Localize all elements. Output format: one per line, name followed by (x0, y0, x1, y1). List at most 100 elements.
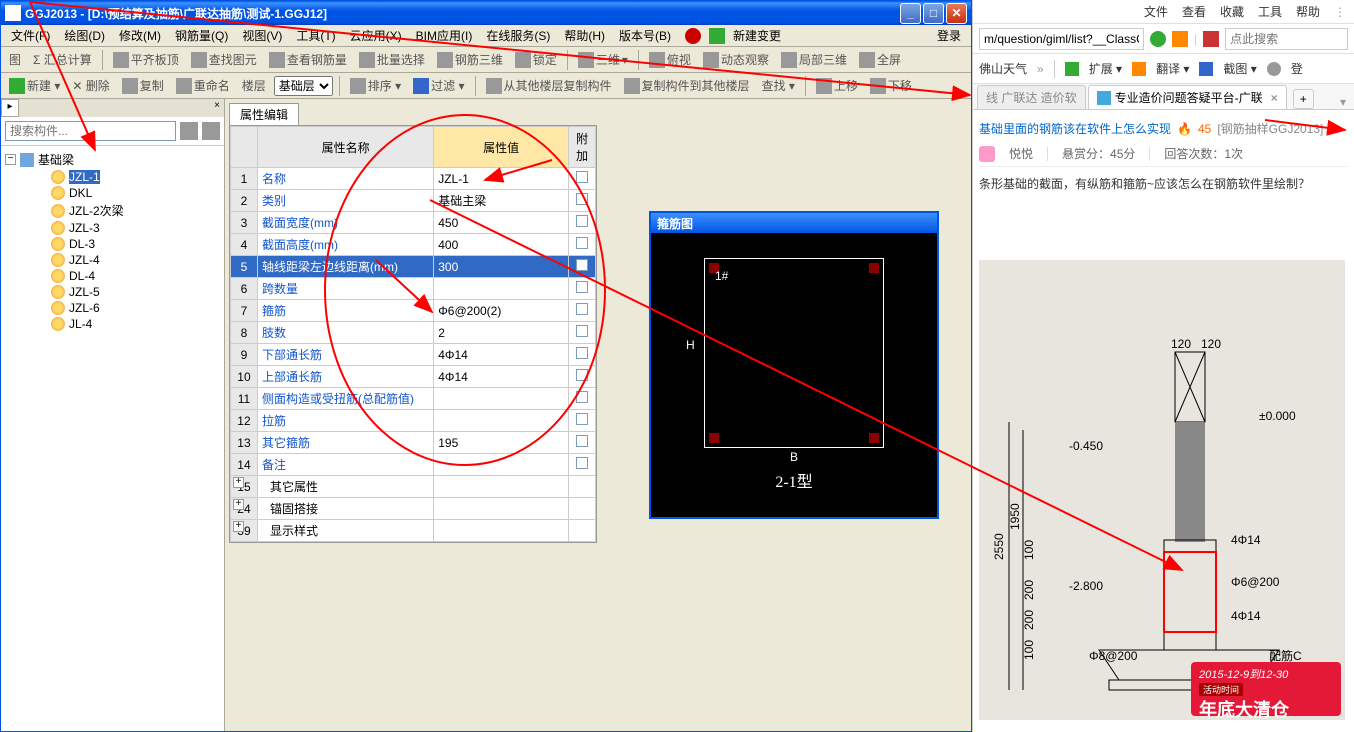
property-row[interactable]: 13其它箍筋195 (231, 432, 596, 454)
property-row[interactable]: 5轴线距梁左边线距离(mm)300 (231, 256, 596, 278)
tool-find-elem[interactable]: 查找图元 (187, 49, 261, 70)
property-row[interactable]: 2类别基础主梁 (231, 190, 596, 212)
tool-batch-select[interactable]: 批量选择 (355, 49, 429, 70)
panel-close-icon[interactable]: × (210, 99, 224, 117)
br-menu-more-icon[interactable]: ⋮ (1334, 5, 1346, 19)
tool-sum[interactable]: Σ 汇总计算 (29, 49, 96, 70)
property-row[interactable]: 1名称JZL-1 (231, 168, 596, 190)
property-row[interactable]: 6跨数量 (231, 278, 596, 300)
tool-local-3d[interactable]: 局部三维 (777, 49, 851, 70)
checkbox[interactable] (576, 369, 588, 381)
checkbox[interactable] (576, 193, 588, 205)
search-box[interactable] (1225, 28, 1348, 50)
minimize-button[interactable]: _ (900, 3, 921, 24)
tool-lock[interactable]: 锁定 (511, 49, 561, 70)
sort-button[interactable]: 排序 ▾ (346, 75, 405, 96)
tree-item[interactable]: JZL-2次梁 (5, 201, 220, 220)
promo-banner[interactable]: 2015-12-9到12-30 活动时间 年底大清仓 (1191, 662, 1341, 716)
reload-icon[interactable] (1150, 31, 1166, 47)
checkbox[interactable] (576, 281, 588, 293)
new-button[interactable]: 新建 ▾ (5, 75, 64, 96)
property-row[interactable]: 11侧面构造或受扭筋(总配筋值) (231, 388, 596, 410)
menu-file[interactable]: 文件(F) (5, 25, 56, 46)
tool-fullscreen[interactable]: 全屏 (855, 49, 905, 70)
property-row[interactable]: 9下部通长筋4Φ14 (231, 344, 596, 366)
menu-edit[interactable]: 修改(M) (113, 25, 167, 46)
tree-item[interactable]: DKL (5, 185, 220, 201)
menu-version[interactable]: 版本号(B) (613, 25, 677, 46)
search-icon[interactable] (180, 122, 198, 140)
br-menu-file[interactable]: 文件 (1144, 3, 1168, 20)
tool-view-rebar[interactable]: 查看钢筋量 (265, 49, 351, 70)
breadcrumb-link[interactable]: 基础里面的钢筋该在软件上怎么实现 (979, 120, 1171, 137)
checkbox[interactable] (576, 347, 588, 359)
br-menu-view[interactable]: 查看 (1182, 3, 1206, 20)
filter-button[interactable]: 过滤 ▾ (409, 75, 468, 96)
screenshot-button[interactable]: 截图 ▾ (1223, 60, 1256, 77)
menu-online[interactable]: 在线服务(S) (480, 25, 556, 46)
new-tab-button[interactable]: + (1293, 89, 1314, 109)
br-menu-tools[interactable]: 工具 (1258, 3, 1282, 20)
checkbox[interactable] (576, 259, 588, 271)
delete-button[interactable]: ✕ 删除 (68, 75, 113, 96)
floor-select[interactable]: 基础层 (274, 76, 333, 96)
property-row[interactable]: 4截面高度(mm)400 (231, 234, 596, 256)
property-row[interactable]: 10上部通长筋4Φ14 (231, 366, 596, 388)
tree-item[interactable]: JZL-4 (5, 252, 220, 268)
tool-align-slab[interactable]: 平齐板顶 (109, 49, 183, 70)
panel-tab[interactable]: ▸ (1, 99, 19, 117)
tab-close-icon[interactable]: × (1271, 91, 1278, 105)
property-row[interactable]: 8肢数2 (231, 322, 596, 344)
tree-item[interactable]: JZL-5 (5, 284, 220, 300)
maximize-button[interactable]: □ (923, 3, 944, 24)
close-button[interactable]: ✕ (946, 3, 967, 24)
checkbox[interactable] (576, 413, 588, 425)
tree-item[interactable]: JL-4 (5, 316, 220, 332)
checkbox[interactable] (576, 435, 588, 447)
tool-top-view[interactable]: 俯视 (645, 49, 695, 70)
paw-icon[interactable] (1203, 31, 1219, 47)
property-row[interactable]: 39显示样式 (231, 520, 596, 542)
move-down-button[interactable]: 下移 (866, 75, 916, 96)
menu-cloud[interactable]: 云应用(X) (344, 25, 408, 46)
move-up-button[interactable]: 上移 (812, 75, 862, 96)
weather-link[interactable]: 佛山天气 (979, 60, 1027, 77)
br-menu-fav[interactable]: 收藏 (1220, 3, 1244, 20)
menu-tools[interactable]: 工具(T) (290, 25, 341, 46)
property-row[interactable]: 24锚固搭接 (231, 498, 596, 520)
property-row[interactable]: 12拉筋 (231, 410, 596, 432)
checkbox[interactable] (576, 303, 588, 315)
ext-button[interactable]: 扩展 ▾ (1089, 60, 1122, 77)
checkbox[interactable] (576, 237, 588, 249)
tree-item[interactable]: DL-4 (5, 268, 220, 284)
property-row[interactable]: 3截面宽度(mm)450 (231, 212, 596, 234)
newchange-icon[interactable] (709, 28, 725, 44)
tool-rebar-3d[interactable]: 钢筋三维 (433, 49, 507, 70)
rename-button[interactable]: 重命名 (172, 75, 234, 96)
br-menu-help[interactable]: 帮助 (1296, 3, 1320, 20)
checkbox[interactable] (576, 325, 588, 337)
flash-icon[interactable] (1172, 31, 1188, 47)
tree-item[interactable]: JZL-1 (5, 169, 220, 185)
tabs-menu-icon[interactable]: ▾ (1336, 95, 1350, 109)
tree-root[interactable]: −基础梁 (5, 150, 220, 169)
tab-1[interactable]: 线 广联达 造价软 (977, 85, 1086, 109)
checkbox[interactable] (576, 391, 588, 403)
url-input[interactable] (979, 28, 1144, 50)
tab-2-active[interactable]: 专业造价问题答疑平台-广联× (1088, 85, 1287, 109)
property-edit-tab[interactable]: 属性编辑 (229, 103, 299, 125)
copy-from-floor-button[interactable]: 从其他楼层复制构件 (482, 75, 616, 96)
login-link[interactable]: 登录 (931, 25, 967, 46)
menu-bim[interactable]: BIM应用(I) (410, 25, 479, 46)
filter-icon[interactable] (202, 122, 220, 140)
translate-button[interactable]: 翻译 ▾ (1156, 60, 1189, 77)
property-row[interactable]: 7箍筋Φ6@200(2) (231, 300, 596, 322)
copy-button[interactable]: 复制 (118, 75, 168, 96)
br-login-button[interactable]: 登 (1291, 60, 1303, 77)
menu-rebar[interactable]: 钢筋量(Q) (169, 25, 234, 46)
menu-help[interactable]: 帮助(H) (558, 25, 611, 46)
property-row[interactable]: 15其它属性 (231, 476, 596, 498)
checkbox[interactable] (576, 457, 588, 469)
menu-draw[interactable]: 绘图(D) (58, 25, 111, 46)
checkbox[interactable] (576, 171, 588, 183)
